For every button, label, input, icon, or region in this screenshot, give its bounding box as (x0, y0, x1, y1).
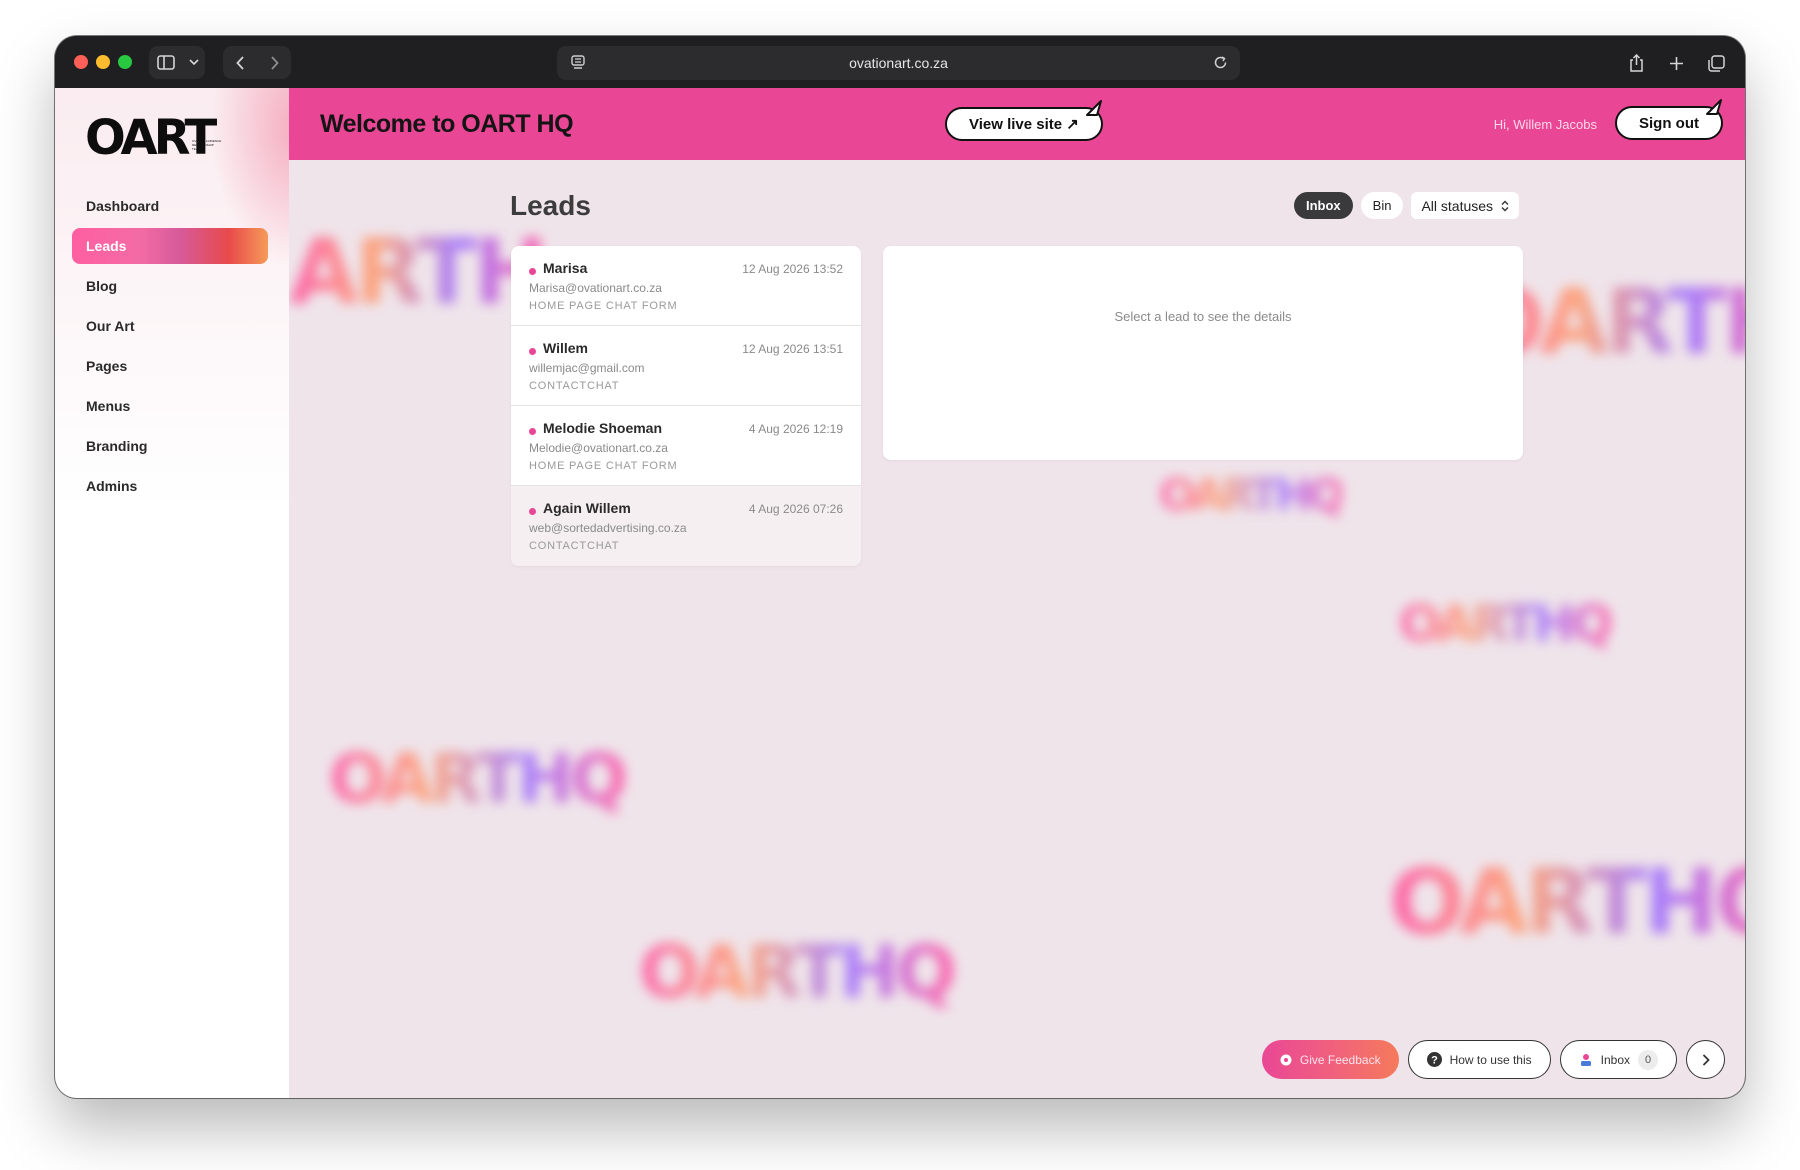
unread-dot-icon (529, 508, 536, 515)
bottom-toolbar: Give Feedback ? How to use this Inbox 0 (1261, 1040, 1725, 1079)
lead-source: HOME PAGE CHAT FORM (529, 300, 678, 312)
sidebar-nav: Dashboard Leads Blog Our Art Pages Menus… (72, 188, 268, 508)
sidebar-toggle-group (149, 46, 205, 79)
tab-overview-icon[interactable] (1701, 48, 1731, 78)
inbox-filter-button[interactable]: Inbox (1294, 192, 1353, 219)
forward-icon[interactable] (257, 46, 291, 79)
lead-date: 4 Aug 2026 12:19 (748, 422, 843, 436)
lead-source: CONTACTCHAT (529, 380, 620, 392)
lead-date: 4 Aug 2026 07:26 (748, 502, 843, 516)
background-logo-decoration: OARTHQ (639, 930, 957, 1014)
lead-item[interactable]: Marisa 12 Aug 2026 13:52 Marisa@ovationa… (511, 246, 861, 326)
expand-toolbar-button[interactable] (1686, 1040, 1725, 1079)
background-logo-decoration: OARTHQ (1389, 850, 1745, 955)
speech-tail-icon (1706, 99, 1722, 115)
lead-item[interactable]: Again Willem 4 Aug 2026 07:26 web@sorted… (511, 486, 861, 566)
lead-email: willemjac@gmail.com (529, 361, 645, 375)
sidebar-item-pages[interactable]: Pages (72, 348, 268, 384)
top-header: Welcome to OART HQ View live site ↗ Hi, … (289, 88, 1745, 160)
leads-list: Marisa 12 Aug 2026 13:52 Marisa@ovationa… (511, 246, 861, 566)
logo-tagline: OVATION AUDIENCE RELATIONSHIP TEAM (192, 139, 222, 151)
oart-logo[interactable]: OART (85, 110, 217, 166)
sign-out-label: Sign out (1639, 114, 1699, 132)
minimize-window-button[interactable] (96, 55, 110, 69)
browser-actions (1621, 48, 1731, 78)
chevron-right-icon (1702, 1053, 1710, 1066)
background-logo-decoration: OARTHQ (1159, 470, 1345, 521)
chat-bubble-icon (1280, 1054, 1292, 1065)
sidebar-item-blog[interactable]: Blog (72, 268, 268, 304)
new-tab-icon[interactable] (1661, 48, 1691, 78)
lead-date: 12 Aug 2026 13:52 (742, 262, 843, 276)
help-icon: ? (1426, 1052, 1442, 1067)
lead-email: Melodie@ovationart.co.za (529, 441, 668, 455)
how-to-use-label: How to use this (1449, 1052, 1532, 1067)
background-logo-decoration: OARTHQ (1399, 595, 1614, 653)
background-logo-decoration: ARTH (289, 220, 549, 325)
updown-chevron-icon (1501, 200, 1509, 211)
lead-filters: Inbox Bin All statuses (1294, 192, 1520, 219)
view-live-site-button[interactable]: View live site ↗ (945, 100, 1103, 141)
address-bar[interactable]: ovationart.co.za (557, 46, 1240, 80)
how-to-use-button[interactable]: ? How to use this (1407, 1040, 1551, 1079)
lead-email: Marisa@ovationart.co.za (529, 281, 662, 295)
sign-out-button[interactable]: Sign out (1615, 99, 1723, 140)
inbox-icon (1580, 1053, 1591, 1066)
sidebar-item-our-art[interactable]: Our Art (72, 308, 268, 344)
close-window-button[interactable] (74, 55, 88, 69)
unread-dot-icon (529, 268, 536, 275)
zoom-window-button[interactable] (118, 55, 132, 69)
page-title: Leads (510, 190, 591, 221)
history-nav-group (223, 46, 291, 79)
sidebar-toggle-icon[interactable] (149, 46, 183, 79)
sidebar-item-branding[interactable]: Branding (72, 428, 268, 464)
give-feedback-label: Give Feedback (1299, 1052, 1381, 1067)
detail-empty-message: Select a lead to see the details (1114, 309, 1292, 324)
status-select[interactable]: All statuses (1411, 192, 1520, 219)
chevron-down-icon[interactable] (183, 46, 205, 79)
lead-date: 12 Aug 2026 13:51 (742, 342, 843, 356)
browser-window: ovationart.co.za OART OVATION AUDIENCE R… (55, 36, 1745, 1098)
sidebar-item-menus[interactable]: Menus (72, 388, 268, 424)
browser-titlebar: ovationart.co.za (55, 36, 1745, 88)
sidebar-item-leads[interactable]: Leads (72, 228, 268, 264)
share-icon[interactable] (1621, 48, 1651, 78)
inbox-label: Inbox (1600, 1052, 1630, 1067)
page-menu-icon[interactable] (571, 55, 585, 74)
inbox-count-badge: 0 (1638, 1049, 1658, 1070)
sidebar: OART OVATION AUDIENCE RELATIONSHIP TEAM … (55, 88, 289, 1098)
lead-item[interactable]: Melodie Shoeman 4 Aug 2026 12:19 Melodie… (511, 406, 861, 486)
status-select-value: All statuses (1421, 197, 1494, 214)
svg-text:?: ? (1431, 1055, 1438, 1067)
app-content: OART OVATION AUDIENCE RELATIONSHIP TEAM … (55, 88, 1745, 1098)
url-text: ovationart.co.za (849, 55, 948, 71)
background-logo-decoration: OARTHQ (329, 740, 628, 819)
lead-email: web@sortedadvertising.co.za (529, 521, 687, 535)
lead-item[interactable]: Willem 12 Aug 2026 13:51 willemjac@gmail… (511, 326, 861, 406)
lead-source: CONTACTCHAT (529, 540, 620, 552)
speech-tail-icon (1085, 100, 1102, 116)
unread-dot-icon (529, 348, 536, 355)
unread-dot-icon (529, 428, 536, 435)
user-greeting: Hi, Willem Jacobs (1493, 117, 1597, 132)
bin-filter-button[interactable]: Bin (1360, 192, 1404, 219)
inbox-button[interactable]: Inbox 0 (1559, 1040, 1677, 1079)
header-title: Welcome to OART HQ (320, 110, 574, 138)
give-feedback-button[interactable]: Give Feedback (1261, 1040, 1399, 1079)
reload-icon[interactable] (1213, 55, 1228, 73)
view-live-site-label: View live site ↗ (969, 116, 1079, 133)
sidebar-item-admins[interactable]: Admins (72, 468, 268, 504)
sidebar-item-dashboard[interactable]: Dashboard (72, 188, 268, 224)
lead-detail-panel: Select a lead to see the details (883, 246, 1523, 460)
back-icon[interactable] (223, 46, 257, 79)
main-area: ARTH OARTH OARTHQ OARTHQ OARTHQ OARTHQ O… (289, 160, 1745, 1098)
lead-source: HOME PAGE CHAT FORM (529, 460, 678, 472)
